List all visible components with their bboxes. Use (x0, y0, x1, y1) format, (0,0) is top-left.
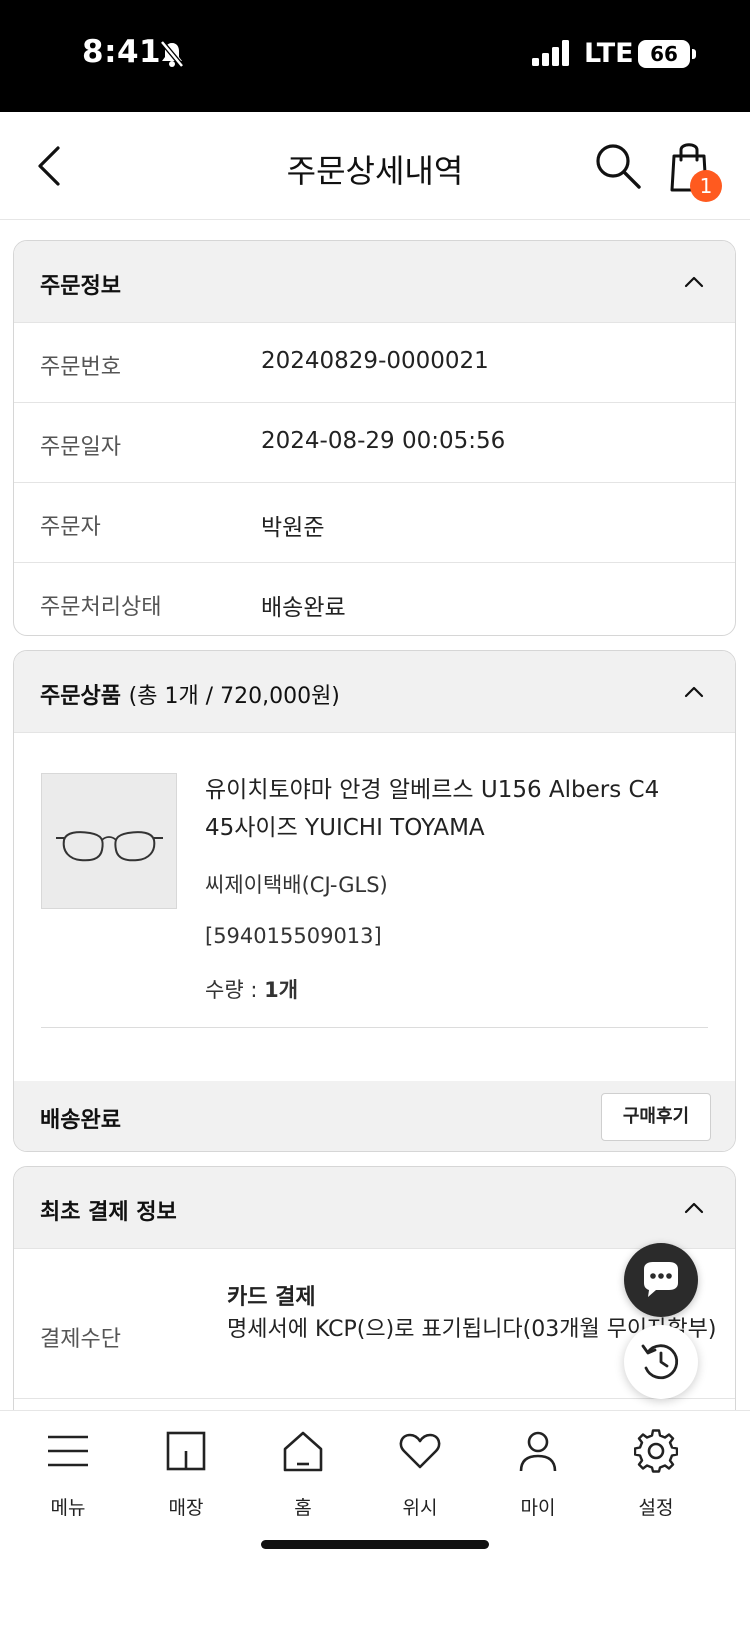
battery-tip (692, 49, 696, 59)
write-review-button[interactable]: 구매후기 (601, 1093, 711, 1141)
status-time: 8:41 (82, 34, 162, 70)
tab-label: 마이 (520, 1497, 556, 1519)
product-name[interactable]: 유이치토야마 안경 알베르스 U156 Albers C4 45사이즈 YUIC… (205, 771, 675, 847)
quantity-value: 1개 (264, 978, 299, 1002)
info-value: 2024-08-29 00:05:56 (261, 428, 506, 454)
section-title: 주문정보 (40, 274, 121, 299)
info-label: 주문자 (40, 515, 101, 540)
bottom-tab-bar: 메뉴 매장 홈 위시 마이 설정 (0, 1410, 750, 1626)
tab-my[interactable]: 마이 (478, 1411, 598, 1541)
heart-icon (399, 1433, 441, 1469)
info-label: 주문일자 (40, 435, 121, 460)
home-icon (283, 1431, 323, 1472)
product-quantity: 수량 : 1개 (205, 974, 298, 1004)
status-bar: 8:41 LTE 66 (0, 0, 750, 112)
person-icon (519, 1431, 557, 1472)
history-icon (641, 1344, 679, 1380)
section-title: 주문상품 (총 1개 / 720,000원) (40, 678, 340, 710)
network-label: LTE (584, 38, 634, 69)
info-row-order-date: 주문일자 2024-08-29 00:05:56 (14, 403, 735, 483)
search-button[interactable] (592, 140, 644, 192)
order-items-section: 주문상품 (총 1개 / 720,000원) 유이치토야마 안경 알베르스 U1… (13, 650, 736, 1152)
chat-bubble-icon (644, 1262, 678, 1297)
tab-label: 위시 (402, 1497, 438, 1519)
info-row-order-number: 주문번호 20240829-0000021 (14, 323, 735, 403)
quantity-label: 수량 : (205, 978, 265, 1002)
tracking-number[interactable]: [594015509013] (205, 924, 382, 948)
order-info-section: 주문정보 주문번호 20240829-0000021 주문일자 2024-08-… (13, 240, 736, 636)
battery-icon: 66 (638, 40, 690, 68)
tab-home[interactable]: 홈 (243, 1411, 363, 1541)
order-info-header[interactable]: 주문정보 (14, 241, 735, 323)
info-row-orderer: 주문자 박원준 (14, 483, 735, 563)
payment-method: 카드 결제 (227, 1285, 316, 1310)
signal-icon (532, 40, 569, 66)
tab-label: 매장 (168, 1497, 204, 1519)
delivery-status: 배송완료 (40, 1108, 121, 1133)
chevron-up-icon[interactable] (683, 1197, 705, 1219)
info-value: 20240829-0000021 (261, 348, 489, 374)
chevron-up-icon[interactable] (683, 271, 705, 293)
order-items-header[interactable]: 주문상품 (총 1개 / 720,000원) (14, 651, 735, 733)
gear-icon (634, 1429, 678, 1473)
tab-settings[interactable]: 설정 (596, 1411, 716, 1541)
product-image[interactable] (41, 773, 177, 909)
divider (41, 1027, 708, 1028)
tab-label: 설정 (638, 1497, 674, 1519)
info-label: 주문처리상태 (40, 595, 162, 620)
tab-menu[interactable]: 메뉴 (8, 1411, 128, 1541)
tab-store[interactable]: 매장 (126, 1411, 246, 1541)
section-title: 최초 결제 정보 (40, 1200, 177, 1225)
cart-count-badge: 1 (690, 170, 722, 202)
item-status-bar: 배송완료 구매후기 (14, 1081, 735, 1151)
recent-history-button[interactable] (624, 1325, 698, 1399)
section-title-text: 주문상품 (40, 684, 121, 709)
store-icon (166, 1431, 206, 1471)
app-header: 주문상세내역 (0, 112, 750, 220)
info-row-order-status: 주문처리상태 배송완료 (14, 563, 735, 635)
home-indicator[interactable] (261, 1540, 489, 1549)
payment-method-label: 결제수단 (40, 1327, 121, 1352)
tab-wish[interactable]: 위시 (360, 1411, 480, 1541)
chevron-up-icon[interactable] (683, 681, 705, 703)
tab-label: 홈 (294, 1497, 312, 1519)
bell-muted-icon (160, 40, 184, 68)
shipping-carrier: 씨제이택배(CJ-GLS) (205, 873, 388, 897)
info-value: 배송완료 (261, 595, 346, 621)
tab-label: 메뉴 (50, 1497, 86, 1519)
menu-icon (48, 1435, 88, 1467)
eyeglasses-icon (56, 831, 163, 862)
search-icon (596, 144, 641, 189)
info-label: 주문번호 (40, 355, 121, 380)
payment-info-header[interactable]: 최초 결제 정보 (14, 1167, 735, 1249)
info-value: 박원준 (261, 515, 325, 541)
chat-button[interactable] (624, 1243, 698, 1317)
order-summary: (총 1개 / 720,000원) (128, 684, 340, 709)
